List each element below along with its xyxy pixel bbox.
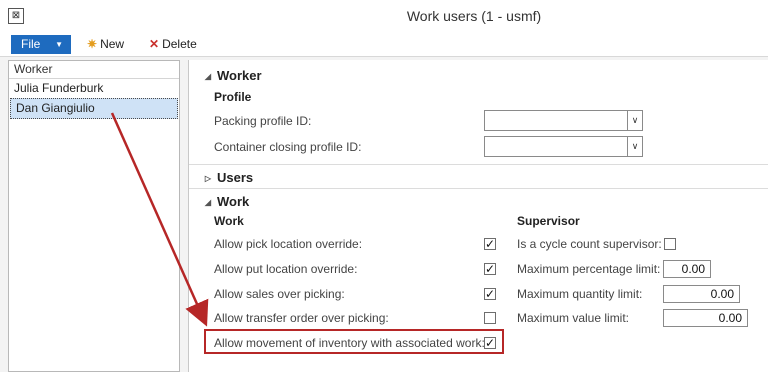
annotation-arrow <box>110 112 209 327</box>
